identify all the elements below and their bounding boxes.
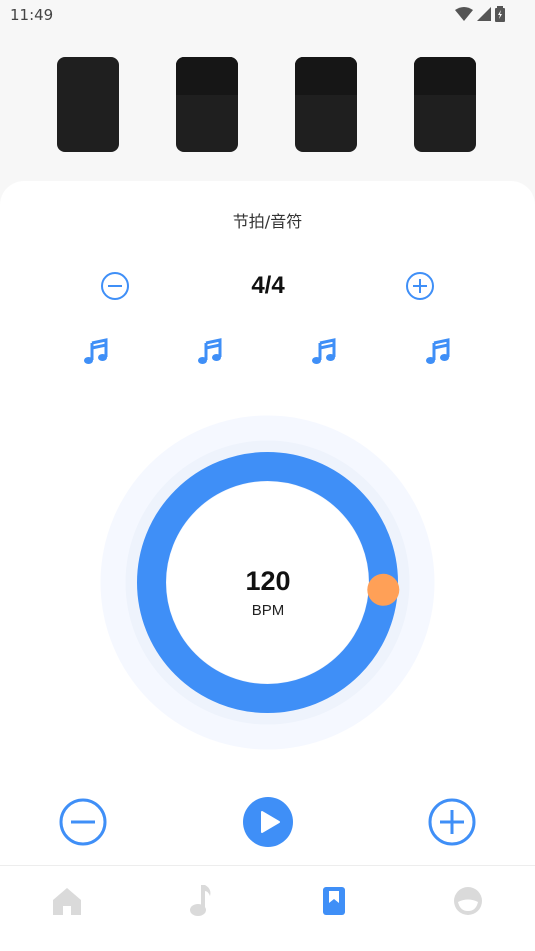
tempo-increase-button[interactable]: [428, 798, 476, 846]
beat-pads: [0, 57, 535, 152]
beat-pad-4[interactable]: [414, 57, 476, 152]
wifi-icon: [455, 7, 473, 21]
bookmark-icon: [323, 887, 345, 915]
battery-icon: [495, 6, 505, 22]
music-note-icon[interactable]: [82, 338, 110, 366]
beat-pad-3[interactable]: [295, 57, 357, 152]
beat-pad-2[interactable]: [176, 57, 238, 152]
status-bar: 11:49: [0, 0, 535, 30]
time-signature: 4/4: [251, 272, 285, 299]
home-icon: [53, 888, 81, 915]
bpm-value: 120: [245, 566, 291, 596]
profile-icon: [454, 887, 482, 915]
nav-profile-button[interactable]: [450, 883, 486, 919]
beat-pad-1[interactable]: [57, 57, 119, 152]
music-note-icon[interactable]: [424, 338, 452, 366]
play-button[interactable]: [243, 797, 293, 847]
signal-icon: [477, 7, 491, 21]
bottom-nav: [0, 865, 535, 951]
meter-increase-button[interactable]: [405, 271, 435, 301]
tempo-dial-knob[interactable]: [367, 573, 400, 606]
nav-bookmark-button[interactable]: [316, 883, 352, 919]
music-note-icon[interactable]: [310, 338, 338, 366]
bpm-unit: BPM: [251, 602, 285, 619]
meter-title: 节拍/音符: [232, 212, 303, 231]
nav-home-button[interactable]: [49, 883, 85, 919]
meter-decrease-button[interactable]: [100, 271, 130, 301]
music-note-icon: [190, 885, 211, 916]
status-time: 11:49: [10, 6, 54, 24]
tempo-decrease-button[interactable]: [59, 798, 107, 846]
status-icons: [455, 6, 505, 22]
music-note-icon[interactable]: [196, 338, 224, 366]
nav-music-button[interactable]: [182, 883, 218, 919]
